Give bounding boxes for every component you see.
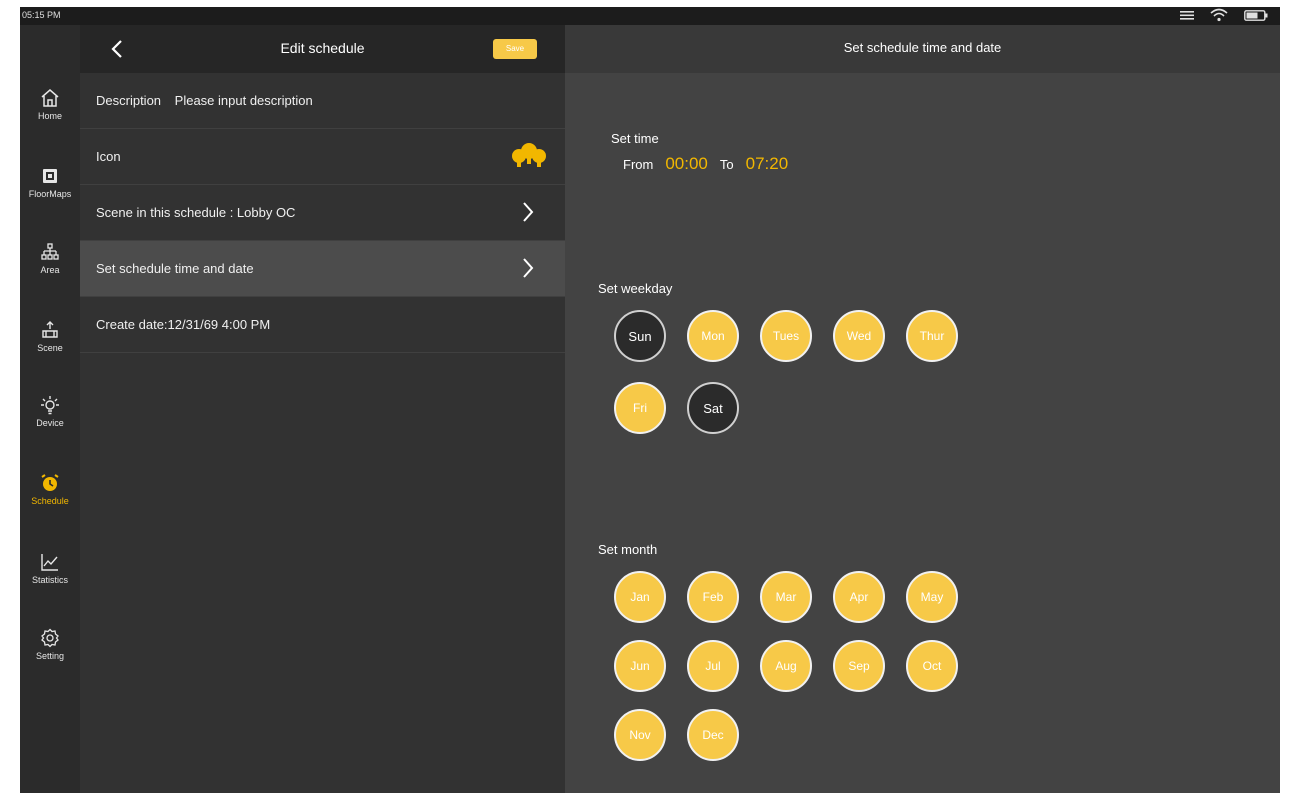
chevron-right-icon xyxy=(523,202,534,222)
to-label: To xyxy=(719,157,734,172)
from-label: From xyxy=(623,157,654,172)
sidebar-item-label: FloorMaps xyxy=(28,189,72,199)
edit-schedule-panel: Edit schedule Save Description Please in… xyxy=(80,25,565,793)
panel-title: Set schedule time and date xyxy=(843,40,1002,55)
sidebar-item-home[interactable]: Home xyxy=(20,88,80,148)
create-date-row: Create date:12/31/69 4:00 PM xyxy=(80,297,565,353)
status-time: 05:15 PM xyxy=(22,10,61,20)
bulb-icon xyxy=(41,396,59,415)
description-label: Description xyxy=(96,93,162,108)
scene-icon xyxy=(42,321,58,338)
month-chip-nov[interactable]: Nov xyxy=(614,709,666,761)
month-chip-jan[interactable]: Jan xyxy=(614,571,666,623)
month-chip-apr[interactable]: Apr xyxy=(833,571,885,623)
month-chip-oct[interactable]: Oct xyxy=(906,640,958,692)
sidebar-item-setting[interactable]: Setting xyxy=(20,628,80,688)
description-input[interactable]: Please input description xyxy=(175,93,313,108)
weekday-chip-sat[interactable]: Sat xyxy=(687,382,739,434)
app-screen: 05:15 PM Home FloorMaps Area Scene Devic… xyxy=(20,7,1280,793)
time-date-row-label: Set schedule time and date xyxy=(96,261,254,276)
time-range: From 00:00 To 07:20 xyxy=(623,154,800,174)
weekday-chip-fri[interactable]: Fri xyxy=(614,382,666,434)
sidebar-item-floormaps[interactable]: FloorMaps xyxy=(20,166,80,226)
bulbs-icon xyxy=(512,143,546,167)
status-icons xyxy=(1180,8,1268,22)
sidebar-item-label: Area xyxy=(40,265,60,275)
sidebar-item-label: Statistics xyxy=(31,575,68,585)
time-date-panel: Set schedule time and date Set time From… xyxy=(565,25,1280,793)
gear-icon xyxy=(41,628,59,648)
sidebar: Home FloorMaps Area Scene Device Schedul… xyxy=(20,25,80,793)
battery-icon xyxy=(1244,9,1268,21)
set-time-label: Set time xyxy=(611,131,659,146)
weekday-chip-mon[interactable]: Mon xyxy=(687,310,739,362)
menu-icon xyxy=(1180,11,1194,20)
icon-row-label: Icon xyxy=(96,149,121,164)
month-chip-sep[interactable]: Sep xyxy=(833,640,885,692)
sidebar-item-scene[interactable]: Scene xyxy=(20,320,80,380)
month-chip-jul[interactable]: Jul xyxy=(687,640,739,692)
status-bar: 05:15 PM xyxy=(20,7,1280,25)
alarm-clock-icon xyxy=(41,474,59,491)
sidebar-item-statistics[interactable]: Statistics xyxy=(20,552,80,612)
icon-row[interactable]: Icon xyxy=(80,129,565,185)
month-chip-mar[interactable]: Mar xyxy=(760,571,812,623)
scene-row-label: Scene in this schedule : Lobby OC xyxy=(96,205,296,220)
weekday-chip-tues[interactable]: Tues xyxy=(760,310,812,362)
panel-header: Set schedule time and date xyxy=(565,25,1280,73)
create-date-text: Create date:12/31/69 4:00 PM xyxy=(96,317,271,332)
sidebar-item-device[interactable]: Device xyxy=(20,395,80,455)
time-date-row[interactable]: Set schedule time and date xyxy=(80,241,565,297)
set-month-label: Set month xyxy=(598,542,658,557)
chart-icon xyxy=(41,554,58,571)
description-row[interactable]: Description Please input description xyxy=(80,73,565,129)
month-chip-dec[interactable]: Dec xyxy=(687,709,739,761)
home-icon xyxy=(41,89,59,107)
sidebar-item-area[interactable]: Area xyxy=(20,242,80,302)
weekday-chip-thur[interactable]: Thur xyxy=(906,310,958,362)
area-icon xyxy=(41,243,59,260)
sidebar-item-label: Schedule xyxy=(31,496,69,506)
floormap-icon xyxy=(43,169,57,183)
sidebar-item-label: Device xyxy=(36,418,64,428)
month-chip-feb[interactable]: Feb xyxy=(687,571,739,623)
to-time[interactable]: 07:20 xyxy=(746,154,789,174)
weekday-chip-wed[interactable]: Wed xyxy=(833,310,885,362)
from-time[interactable]: 00:00 xyxy=(665,154,708,174)
set-weekday-label: Set weekday xyxy=(598,281,673,296)
sidebar-item-label: Home xyxy=(37,111,62,121)
scene-row[interactable]: Scene in this schedule : Lobby OC xyxy=(80,185,565,241)
panel-header: Edit schedule Save xyxy=(80,25,565,73)
month-chip-aug[interactable]: Aug xyxy=(760,640,812,692)
month-chip-may[interactable]: May xyxy=(906,571,958,623)
chevron-right-icon xyxy=(523,258,534,278)
sidebar-item-label: Setting xyxy=(35,651,65,661)
weekday-chip-sun[interactable]: Sun xyxy=(614,310,666,362)
save-button[interactable]: Save xyxy=(493,39,537,59)
month-chip-jun[interactable]: Jun xyxy=(614,640,666,692)
wifi-icon xyxy=(1210,8,1228,22)
sidebar-item-label: Scene xyxy=(37,343,63,353)
sidebar-item-schedule[interactable]: Schedule xyxy=(20,473,80,533)
